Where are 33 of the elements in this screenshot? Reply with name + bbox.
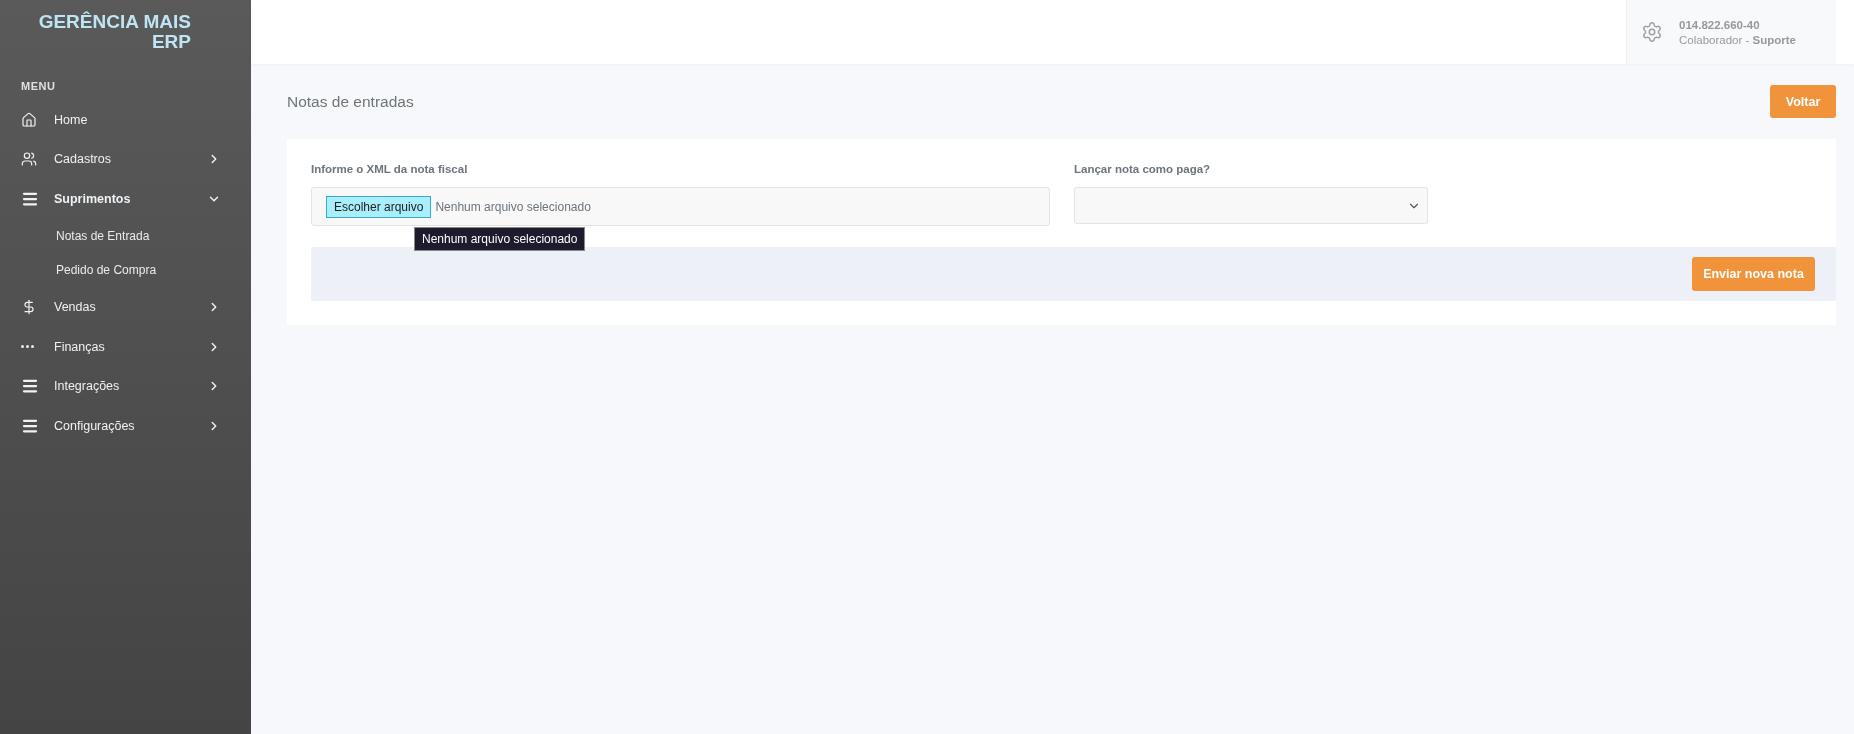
menu-label: Suprimentos (54, 191, 132, 206)
sidebar-menu-item[interactable]: Finanças (0, 327, 251, 367)
house-icon (21, 111, 37, 128)
sidebar-menu-item[interactable]: Integrações (0, 366, 251, 406)
user-role: Colaborador - Suporte (1679, 33, 1796, 46)
sidebar-menu-item[interactable]: Suprimentos (0, 179, 251, 219)
submenu-item[interactable]: Notas de Entrada (0, 218, 251, 253)
field-label: Lançar nota como paga? (1074, 163, 1212, 175)
menu-heading: MENU (21, 80, 57, 92)
field-label: Informe o XML da nota fiscal (311, 163, 469, 175)
menu-label: Cadastros (54, 152, 112, 167)
dollar-icon (21, 299, 37, 316)
sidebar-menu-item[interactable]: Configurações (0, 406, 251, 446)
submenu-item[interactable]: Pedido de Compra (0, 253, 251, 288)
file-status: Nenhum arquivo selecionado (435, 199, 591, 214)
menu-label: Finanças (54, 339, 106, 354)
select-field[interactable] (1074, 187, 1428, 224)
menu-label: Vendas (54, 300, 97, 315)
users-icon (21, 151, 37, 168)
menu-label: Integrações (54, 379, 121, 394)
dots-icon (21, 345, 34, 349)
sidebar-menu-item[interactable]: Cadastros (0, 139, 251, 179)
menu-label: Home (54, 112, 89, 127)
settings-icon[interactable] (1641, 21, 1663, 43)
choose-file-button[interactable]: Escolher arquivo (326, 195, 432, 218)
page-title: Notas de entradas (287, 92, 414, 111)
menu-label: Configurações (54, 418, 136, 433)
tooltip: Nenhum arquivo selecionado (414, 227, 586, 251)
brand-logo-text: ERP (151, 32, 191, 52)
brand-logo-text: GERÊNCIA MAIS (38, 12, 191, 32)
user-id: 014.822.660-40 (1679, 18, 1761, 31)
sidebar-menu-item[interactable]: Home (0, 100, 251, 140)
sidebar-menu-item[interactable]: Vendas (0, 287, 251, 327)
